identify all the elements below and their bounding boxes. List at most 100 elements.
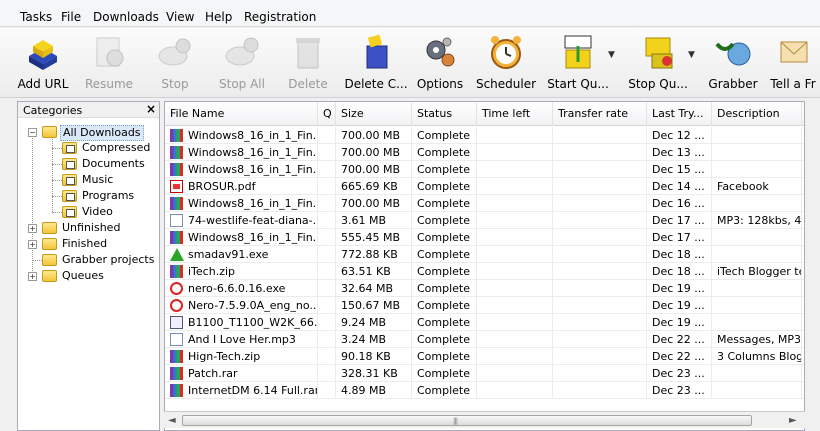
toolbar-tell-friend-button[interactable]: Tell a Fr — [766, 28, 820, 98]
menu-tasks[interactable]: Tasks — [20, 10, 52, 24]
menu-downloads[interactable]: Downloads — [93, 10, 159, 24]
menu-help[interactable]: Help — [205, 10, 232, 24]
file-name: Patch.rar — [188, 367, 238, 380]
file-name-cell: Hign-Tech.zip — [165, 348, 318, 365]
table-row[interactable]: Windows8_16_in_1_Fin... 700.00 MB Complete… — [165, 144, 804, 161]
empty-cell — [477, 212, 553, 229]
column-header-time-left[interactable]: Time left — [477, 102, 553, 126]
status-cell: Complete — [412, 331, 477, 348]
status-cell: Complete — [412, 263, 477, 280]
desc-cell: Facebook — [712, 178, 802, 195]
table-row[interactable]: Windows8_16_in_1_Fin... 555.45 MB Complete… — [165, 229, 804, 246]
empty-cell — [318, 263, 336, 280]
last-try-cell: Dec 23 ... — [647, 365, 712, 382]
stop-icon — [155, 32, 195, 72]
resume-icon — [89, 32, 129, 72]
category-documents[interactable]: Documents — [62, 157, 153, 173]
category-music[interactable]: Music — [62, 173, 153, 189]
table-row[interactable]: B1100_T1100_W2K_66... 9.24 MB Complete Dec … — [165, 314, 804, 331]
category-programs[interactable]: Programs — [62, 189, 153, 205]
table-row[interactable]: Patch.rar 328.31 KB Complete Dec 23 ... — [165, 365, 804, 382]
table-row[interactable]: And I Love Her.mp3 3.24 MB Complete Dec 22 … — [165, 331, 804, 348]
horizontal-scrollbar[interactable]: ◄ ||| ► — [164, 411, 805, 428]
empty-cell — [318, 144, 336, 161]
table-row[interactable]: Windows8_16_in_1_Fin... 700.00 MB Complete… — [165, 195, 804, 212]
categories-header: Categories × — [18, 102, 159, 118]
desc-cell — [712, 314, 802, 331]
scrollbar-thumb[interactable]: ||| — [182, 415, 752, 426]
column-header-description[interactable]: Description — [712, 102, 802, 126]
category-unfinished[interactable]: Unfinished — [42, 221, 153, 237]
toolbar-delete-button[interactable]: Delete — [280, 28, 336, 98]
category-finished[interactable]: Finished — [42, 237, 153, 253]
stop-queue-icon — [638, 32, 678, 72]
table-row[interactable]: Nero-7.5.9.0A_eng_no... 150.67 MB Complete… — [165, 297, 804, 314]
toolbar-stop-queue-button[interactable]: Stop Qu... — [620, 28, 696, 98]
toolbar-add-url-button[interactable]: Add URL — [14, 28, 72, 98]
download-list: File Name Q Size Status Time left Transfer ra… — [164, 101, 805, 431]
toolbar-stop-button[interactable]: Stop — [146, 28, 204, 98]
empty-cell — [553, 348, 647, 365]
table-row[interactable]: iTech.zip 63.51 KB Complete Dec 18 ... iTech… — [165, 263, 804, 280]
collapse-icon[interactable]: − — [28, 128, 37, 137]
table-row[interactable]: nero-6.6.0.16.exe 32.64 MB Complete Dec 19 … — [165, 280, 804, 297]
expand-icon[interactable]: + — [28, 240, 37, 249]
scroll-left-arrow[interactable]: ◄ — [168, 415, 176, 426]
toolbar-stop-all-button[interactable]: Stop All — [210, 28, 274, 98]
column-header-q[interactable]: Q — [318, 102, 336, 126]
column-header-transfer-rate[interactable]: Transfer rate — [553, 102, 647, 126]
toolbar-options-gear-button[interactable]: Options — [414, 28, 466, 98]
table-row[interactable]: Windows8_16_in_1_Fin... 700.00 MB Complete… — [165, 127, 804, 144]
close-icon[interactable]: × — [146, 102, 156, 116]
category-video[interactable]: Video — [62, 205, 153, 221]
expand-icon[interactable]: + — [28, 272, 37, 281]
expand-icon[interactable]: + — [28, 224, 37, 233]
programs-folder-icon — [62, 190, 77, 202]
size-cell: 665.69 KB — [336, 178, 412, 195]
column-header-file-name[interactable]: File Name — [165, 102, 318, 126]
table-row[interactable]: BROSUR.pdf 665.69 KB Complete Dec 14 ... Fac… — [165, 178, 804, 195]
category-compressed[interactable]: Compressed — [62, 141, 153, 157]
categories-title: Categories — [23, 104, 83, 117]
menu-file[interactable]: File — [61, 10, 81, 24]
empty-cell — [477, 178, 553, 195]
category-grabber-projects[interactable]: Grabber projects — [42, 253, 154, 269]
desc-cell — [712, 161, 802, 178]
table-row[interactable]: Hign-Tech.zip 90.18 KB Complete Dec 22 ... 3… — [165, 348, 804, 365]
status-cell: Complete — [412, 246, 477, 263]
column-header-status[interactable]: Status — [412, 102, 477, 126]
desc-cell — [712, 246, 802, 263]
last-try-cell: Dec 19 ... — [647, 314, 712, 331]
table-row[interactable]: 74-westlife-feat-diana-... 3.61 MB Complet… — [165, 212, 804, 229]
toolbar-alarm-clock-button[interactable]: Scheduler — [474, 28, 538, 98]
toolbar-start-queue-button[interactable]: Start Qu... — [540, 28, 616, 98]
file-name-cell: Windows8_16_in_1_Fin... — [165, 161, 318, 178]
toolbar-delete-completed-button[interactable]: Delete C... — [342, 28, 410, 98]
category-all-downloads[interactable]: All Downloads — [42, 125, 153, 141]
category-queues[interactable]: Queues — [42, 269, 153, 285]
table-row[interactable]: Windows8_16_in_1_Fin... 700.00 MB Complete… — [165, 161, 804, 178]
file-name-cell: Windows8_16_in_1_Fin... — [165, 195, 318, 212]
toolbar-resume-button[interactable]: Resume — [78, 28, 140, 98]
mp3-file-icon — [170, 333, 183, 346]
category-label: Programs — [82, 189, 135, 202]
column-header-last-try[interactable]: Last Try... — [647, 102, 712, 126]
table-row[interactable]: InternetDM 6.14 Full.rar 4.89 MB Complete D… — [165, 382, 804, 399]
table-row[interactable]: smadav91.exe 772.88 KB Complete Dec 18 ... — [165, 246, 804, 263]
chevron-down-icon[interactable]: ▼ — [688, 50, 695, 60]
empty-cell — [318, 297, 336, 314]
file-name-cell: 74-westlife-feat-diana-... — [165, 212, 318, 229]
toolbar-grabber-button[interactable]: Grabber — [702, 28, 764, 98]
chevron-down-icon[interactable]: ▼ — [608, 50, 615, 60]
tree-connector — [52, 148, 62, 149]
scroll-right-arrow[interactable]: ► — [789, 415, 797, 426]
menu-view[interactable]: View — [166, 10, 194, 24]
empty-cell — [318, 246, 336, 263]
category-label: All Downloads — [60, 125, 144, 141]
last-try-cell: Dec 19 ... — [647, 297, 712, 314]
menu-registration[interactable]: Registration — [244, 10, 316, 24]
folder-open-icon — [42, 126, 57, 138]
last-try-cell: Dec 12 ... — [647, 127, 712, 144]
file-name: nero-6.6.0.16.exe — [188, 282, 286, 295]
column-header-size[interactable]: Size — [336, 102, 412, 126]
